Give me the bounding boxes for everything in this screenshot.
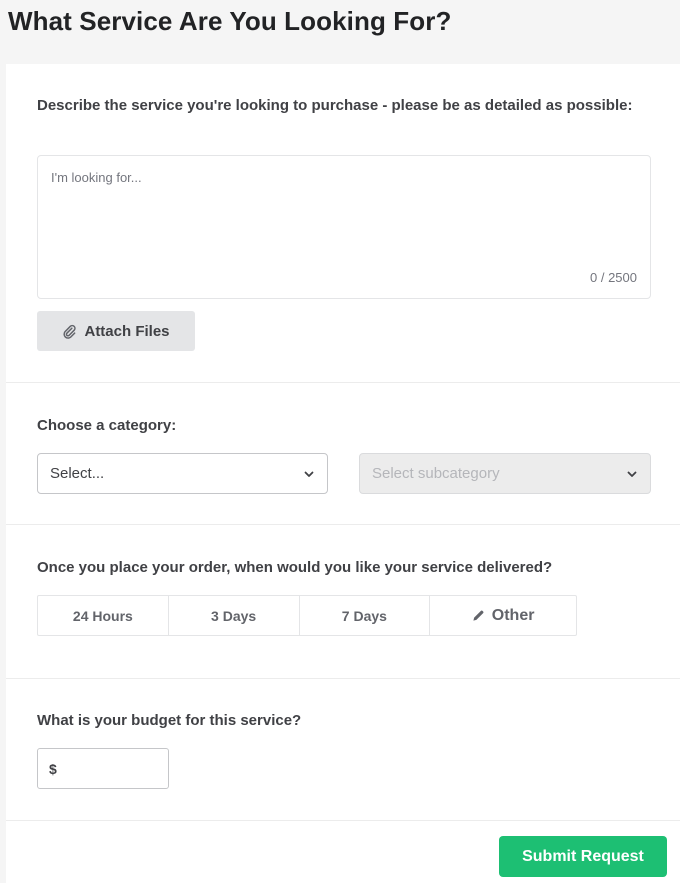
page-title: What Service Are You Looking For? xyxy=(8,6,452,36)
category-label: Choose a category: xyxy=(37,417,177,434)
description-textarea[interactable] xyxy=(38,156,650,298)
subcategory-placeholder: Select subcategory xyxy=(372,465,500,482)
description-label: Describe the service you're looking to p… xyxy=(37,97,633,114)
delivery-options: 24 Hours 3 Days 7 Days Other xyxy=(37,595,577,636)
character-counter: 0 / 2500 xyxy=(590,270,637,285)
paperclip-icon xyxy=(62,324,77,339)
attach-files-label: Attach Files xyxy=(84,322,170,340)
subcategory-select[interactable]: Select subcategory xyxy=(359,453,651,494)
section-divider xyxy=(6,820,680,821)
delivery-label: Once you place your order, when would yo… xyxy=(37,559,553,576)
description-field-wrapper: 0 / 2500 xyxy=(37,155,651,299)
section-divider xyxy=(6,382,680,383)
budget-input[interactable] xyxy=(56,749,157,788)
submit-request-button[interactable]: Submit Request xyxy=(499,836,667,877)
delivery-option-24-hours[interactable]: 24 Hours xyxy=(38,596,169,635)
delivery-option-7-days[interactable]: 7 Days xyxy=(300,596,431,635)
budget-label: What is your budget for this service? xyxy=(37,712,302,729)
pencil-icon xyxy=(472,609,485,622)
section-divider xyxy=(6,678,680,679)
request-form-card: Describe the service you're looking to p… xyxy=(6,64,680,883)
delivery-option-other-label: Other xyxy=(491,606,535,624)
category-select[interactable]: Select... xyxy=(37,453,328,494)
chevron-down-icon xyxy=(626,468,638,480)
section-divider xyxy=(6,524,680,525)
chevron-down-icon xyxy=(303,468,315,480)
category-selected-value: Select... xyxy=(50,465,105,482)
delivery-option-other[interactable]: Other xyxy=(430,596,576,635)
attach-files-button[interactable]: Attach Files xyxy=(37,311,195,351)
currency-symbol: $ xyxy=(49,760,57,777)
delivery-option-3-days[interactable]: 3 Days xyxy=(169,596,300,635)
budget-field: $ xyxy=(37,748,169,789)
